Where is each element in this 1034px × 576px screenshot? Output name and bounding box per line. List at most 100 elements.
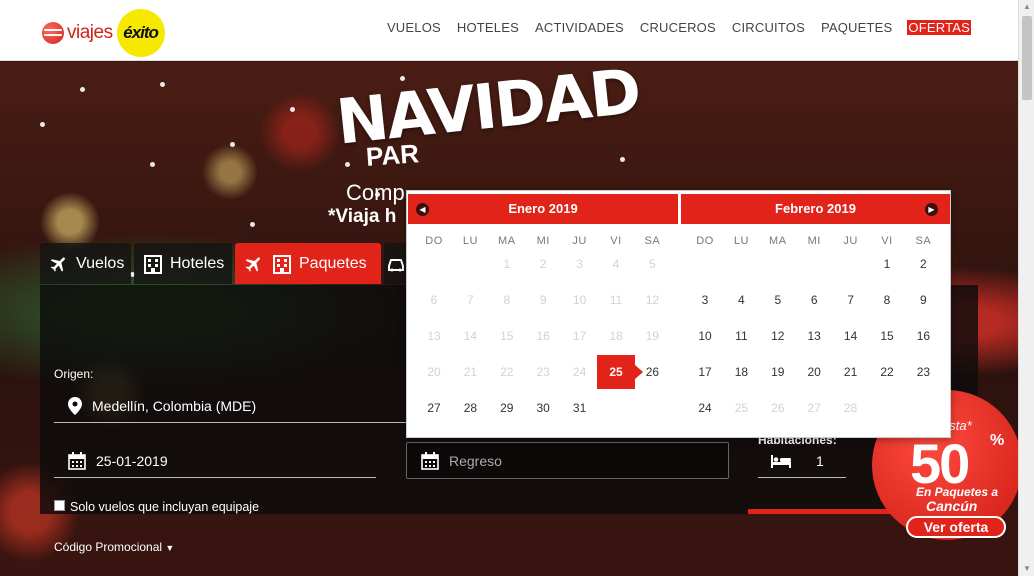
- scroll-down-icon[interactable]: ▼: [1019, 562, 1034, 576]
- equipaje-checkbox[interactable]: [54, 500, 65, 511]
- habitaciones-field[interactable]: 1: [758, 444, 846, 478]
- scroll-thumb[interactable]: [1022, 16, 1032, 100]
- calendar-day[interactable]: 27: [416, 398, 452, 418]
- calendar-day: 8: [503, 293, 511, 307]
- calendar-day: 11: [609, 293, 623, 307]
- nav-cruceros[interactable]: CRUCEROS: [639, 20, 717, 35]
- prev-month-icon[interactable]: ◀: [416, 203, 429, 216]
- calendar-day[interactable]: 9: [905, 290, 941, 310]
- nav-actividades[interactable]: ACTIVIDADES: [534, 20, 625, 35]
- weekday-label: DO: [425, 235, 443, 247]
- nav-vuelos[interactable]: VUELOS: [386, 20, 442, 35]
- calendar-day[interactable]: 2: [905, 254, 941, 274]
- calendar-day[interactable]: 17: [687, 362, 723, 382]
- calendar-day[interactable]: 8: [869, 290, 905, 310]
- viajes-exito-logo[interactable]: viajes éxito: [42, 9, 165, 57]
- origen-label: Origen:: [54, 367, 94, 381]
- tab-autos[interactable]: [384, 243, 408, 284]
- snow-dot: [620, 157, 625, 162]
- snow-dot: [160, 82, 165, 87]
- weekday-label: DO: [696, 235, 714, 247]
- logo-badge: éxito: [116, 9, 165, 57]
- calendar-day[interactable]: 18: [723, 362, 759, 382]
- calendar-day: 14: [463, 329, 478, 343]
- calendar-day[interactable]: 22: [869, 362, 905, 382]
- hero-note: *Viaja h: [328, 206, 397, 227]
- calendar-day: 16: [536, 329, 550, 343]
- calendar-day[interactable]: 29: [489, 398, 525, 418]
- calendar-day: 3: [576, 257, 583, 271]
- calendar-day[interactable]: 5: [760, 290, 796, 310]
- scroll-up-icon[interactable]: ▲: [1019, 0, 1034, 14]
- bed-icon: [770, 453, 792, 469]
- calendar-day[interactable]: 23: [905, 362, 941, 382]
- weekday-label: MA: [498, 235, 516, 247]
- calendar-day: 10: [572, 293, 587, 307]
- calendar-day: 20: [427, 365, 441, 379]
- site-header: viajes éxito VUELOS HOTELES ACTIVIDADES …: [0, 0, 1018, 61]
- weekday-label: MA: [769, 235, 787, 247]
- calendar-day[interactable]: 1: [869, 254, 905, 274]
- page-scrollbar[interactable]: ▲ ▼: [1018, 0, 1034, 576]
- tab-paquetes[interactable]: Paquetes: [235, 243, 381, 284]
- next-month-icon[interactable]: ▶: [925, 203, 938, 216]
- calendar-day[interactable]: 30: [525, 398, 561, 418]
- calendar-day[interactable]: 21: [833, 362, 869, 382]
- calendar-day: 15: [500, 329, 514, 343]
- month-header-enero: Enero 2019: [408, 194, 678, 224]
- weekday-label: JU: [843, 235, 858, 247]
- weekday-label: VI: [881, 235, 893, 247]
- airplane-icon: [48, 254, 70, 274]
- weekday-label: MI: [807, 235, 821, 247]
- calendar-day[interactable]: 15: [869, 326, 905, 346]
- calendar-day[interactable]: 7: [833, 290, 869, 310]
- calendar-day[interactable]: 26: [634, 362, 670, 382]
- calendar-day: 1: [503, 257, 511, 271]
- calendar-day[interactable]: 31: [562, 398, 598, 418]
- ida-date-value: 25-01-2019: [96, 452, 168, 469]
- calendar-day[interactable]: 4: [723, 290, 759, 310]
- ver-oferta-button[interactable]: Ver oferta: [906, 516, 1006, 538]
- hero-text: Comp: [346, 180, 405, 205]
- regreso-date-field[interactable]: Regreso: [406, 442, 729, 479]
- calendar-day: 22: [500, 365, 514, 379]
- calendar-day[interactable]: 28: [452, 398, 488, 418]
- calendar-day: 2: [539, 257, 547, 271]
- calendar-day[interactable]: 10: [687, 326, 723, 346]
- tab-vuelos[interactable]: Vuelos: [40, 243, 131, 284]
- codigo-promocional-label: Código Promocional: [54, 540, 163, 554]
- calendar-day[interactable]: 6: [796, 290, 832, 310]
- calendar-day[interactable]: 14: [833, 326, 869, 346]
- calendar-day[interactable]: 20: [796, 362, 832, 382]
- promo-line1: En Paquetes a: [916, 485, 999, 499]
- weekday-label: SA: [915, 235, 932, 247]
- nav-paquetes[interactable]: PAQUETES: [820, 20, 893, 35]
- calendar-day[interactable]: 24: [687, 398, 723, 418]
- codigo-promocional-toggle[interactable]: Código Promocional ▼: [54, 540, 174, 554]
- calendar-day[interactable]: 16: [905, 326, 941, 346]
- calendar-day: 21: [463, 365, 478, 379]
- equipaje-label: Solo vuelos que incluyan equipaje: [70, 500, 260, 514]
- calendar-day[interactable]: 19: [760, 362, 796, 382]
- tab-hoteles[interactable]: Hoteles: [134, 243, 232, 284]
- calendar-day: 28: [843, 401, 858, 415]
- calendar-day[interactable]: 3: [687, 290, 723, 310]
- calendar-day: 26: [771, 401, 785, 415]
- nav-hoteles[interactable]: HOTELES: [456, 20, 520, 35]
- nav-ofertas[interactable]: OFERTAS: [907, 20, 971, 35]
- ida-date-field[interactable]: 25-01-2019: [54, 444, 376, 478]
- nav-circuitos[interactable]: CIRCUITOS: [731, 20, 806, 35]
- calendar-day[interactable]: 12: [760, 326, 796, 346]
- calendar-day[interactable]: 11: [723, 326, 759, 346]
- snow-dot: [40, 122, 45, 127]
- calendar-day[interactable]: 13: [796, 326, 832, 346]
- promo-line2: Cancún: [926, 498, 978, 514]
- calendar-day-selected[interactable]: 25: [597, 355, 643, 389]
- month-header-febrero: Febrero 2019: [681, 194, 950, 224]
- logo-text: viajes: [67, 22, 113, 43]
- regreso-placeholder: Regreso: [449, 452, 502, 469]
- snow-dot: [290, 107, 295, 112]
- origen-field[interactable]: Medellín, Colombia (MDE): [54, 389, 406, 423]
- weekday-label: LU: [733, 235, 749, 247]
- location-pin-icon: [68, 396, 82, 415]
